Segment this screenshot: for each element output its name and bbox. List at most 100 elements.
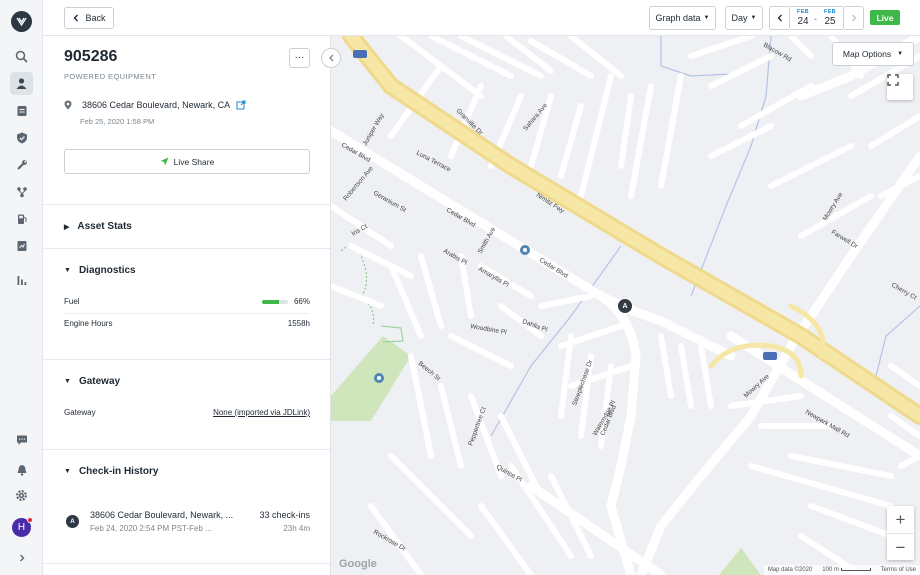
map-data-credit: Map data ©2020 (767, 567, 813, 573)
scale-bar (840, 567, 871, 571)
zoom-controls: + − (887, 506, 914, 560)
collapse-panel-button[interactable] (321, 48, 341, 68)
fuel-label: Fuel (64, 297, 80, 306)
reports-icon[interactable] (10, 234, 33, 257)
fullscreen-icon (887, 74, 899, 86)
street-label-woodbine: Woodbine Pl (470, 323, 508, 336)
checkin-duration: 23h 4m (283, 524, 310, 533)
date-end: FEB 25 (820, 9, 840, 27)
wrench-icon[interactable] (10, 153, 33, 176)
date-end-day: 25 (824, 16, 836, 27)
messages-icon[interactable] (10, 428, 33, 451)
fullscreen-button[interactable] (887, 74, 913, 100)
gateway-row: Gateway None (imported via JDLink) (64, 408, 310, 417)
routing-icon[interactable] (10, 180, 33, 203)
expand-chevron-icon[interactable] (10, 546, 33, 569)
section-diagnostics[interactable]: ▼ Diagnostics (64, 265, 136, 276)
search-icon[interactable] (10, 45, 33, 68)
date-separator: - (814, 14, 817, 24)
fuel-row: Fuel 66% (64, 297, 310, 306)
row-divider (64, 313, 310, 314)
range-select[interactable]: Day ▼ (725, 6, 763, 30)
zoom-out-button[interactable]: − (887, 534, 914, 561)
top-bar: Back Graph data ▼ Day ▼ FEB 24 - FEB 25 (43, 0, 920, 36)
water-channel (875, 305, 920, 377)
engine-hours-value: 1558h (287, 319, 310, 328)
location-pin-icon (64, 100, 72, 110)
previous-date-button[interactable] (769, 6, 790, 30)
checkin-count: 33 check-ins (259, 510, 310, 520)
fuel-pump-icon[interactable] (10, 207, 33, 230)
checkin-address: 38606 Cedar Boulevard, Newark, ... (90, 510, 234, 520)
triangle-right-icon: ▶ (64, 223, 70, 231)
asset-location: 38606 Cedar Boulevard, Newark, CA (64, 100, 246, 110)
street-label-luna: Luna Terrace (415, 150, 452, 174)
section-gateway[interactable]: ▼ Gateway (64, 376, 120, 387)
back-button[interactable]: Back (64, 7, 114, 29)
documents-icon[interactable] (10, 99, 33, 122)
graph-data-button[interactable]: Graph data ▼ (649, 6, 716, 30)
live-button[interactable]: Live (870, 10, 900, 25)
asset-timestamp: Feb 25, 2020 1:58 PM (80, 117, 155, 126)
street-label-beech: Beech St (417, 360, 442, 382)
map-attribution: Map data ©2020 100 m Terms of Use (763, 565, 920, 575)
settings-gear-icon[interactable] (10, 484, 33, 507)
checkin-list-item[interactable]: A 38606 Cedar Boulevard, Newark, ... Feb… (64, 507, 310, 537)
bell-icon[interactable] (10, 458, 33, 481)
avatar[interactable]: H (12, 517, 33, 537)
chevron-left-icon (73, 14, 79, 22)
map[interactable]: Cedar Blvd Cedar Blvd Cedar Blvd Cedar B… (331, 36, 920, 575)
page-title: 905286 (64, 48, 118, 65)
gateway-link[interactable]: None (imported via JDLink) (213, 408, 310, 417)
water-channel (490, 245, 622, 437)
asset-type: POWERED EQUIPMENT (64, 72, 157, 81)
external-link-icon[interactable] (236, 100, 246, 110)
notification-dot (27, 517, 33, 523)
safety-shield-icon[interactable] (10, 126, 33, 149)
terms-link[interactable]: Terms of Use (881, 567, 916, 573)
chevron-right-icon (851, 14, 856, 22)
fleet-icon[interactable] (10, 72, 33, 95)
street-label-robertson: Robertson Ave (342, 165, 375, 202)
analytics-icon[interactable] (10, 268, 33, 291)
divider (43, 449, 330, 450)
date-start: FEB 24 (793, 9, 813, 27)
divider (43, 563, 330, 564)
chevron-left-icon (328, 54, 333, 62)
map-options-button[interactable]: Map Options ▼ (832, 42, 914, 66)
app: H Back Graph data ▼ Day ▼ FEB 24 - FEB 2… (0, 0, 920, 575)
checkin-time: Feb 24, 2020 2:54 PM PST-Feb ... (90, 524, 212, 533)
divider (43, 359, 330, 360)
asset-details-panel: 905286 POWERED EQUIPMENT ··· 38606 Cedar… (43, 36, 331, 575)
engine-hours-row: Engine Hours 1558h (64, 319, 310, 328)
park-area (719, 548, 761, 575)
date-range-picker[interactable]: FEB 24 - FEB 25 (790, 6, 843, 30)
date-start-day: 24 (797, 16, 809, 27)
avatar-initial: H (17, 522, 26, 533)
back-label: Back (85, 13, 106, 23)
nav-rail: H (0, 0, 43, 575)
park-area (331, 336, 411, 421)
graph-data-label: Graph data (655, 13, 701, 23)
next-date-button[interactable] (843, 6, 864, 30)
street-label-farwell: Farwell Dr (830, 229, 860, 251)
divider (43, 248, 330, 249)
section-checkin-history[interactable]: ▼ Check-in History (64, 466, 158, 477)
triangle-down-icon: ▼ (64, 468, 71, 475)
fuel-value: 66% (293, 297, 310, 306)
street-label-arabis: Arabis Pl (442, 248, 469, 267)
section-title: Check-in History (78, 466, 159, 477)
fuel-bar (261, 299, 288, 304)
map-options-label: Map Options (842, 49, 892, 59)
checkin-map-marker[interactable]: A (617, 298, 633, 314)
live-share-button[interactable]: Live Share (64, 149, 310, 174)
engine-hours-label: Engine Hours (64, 319, 113, 328)
section-title: Diagnostics (78, 265, 136, 276)
map-scale-label: 100 m (822, 567, 839, 573)
chevron-left-icon (777, 14, 782, 22)
logo-icon[interactable] (11, 11, 32, 32)
more-options-button[interactable]: ··· (289, 48, 310, 68)
caret-down-icon: ▼ (703, 15, 710, 21)
section-asset-stats[interactable]: ▶ Asset Stats (64, 221, 132, 232)
zoom-in-button[interactable]: + (887, 506, 914, 533)
